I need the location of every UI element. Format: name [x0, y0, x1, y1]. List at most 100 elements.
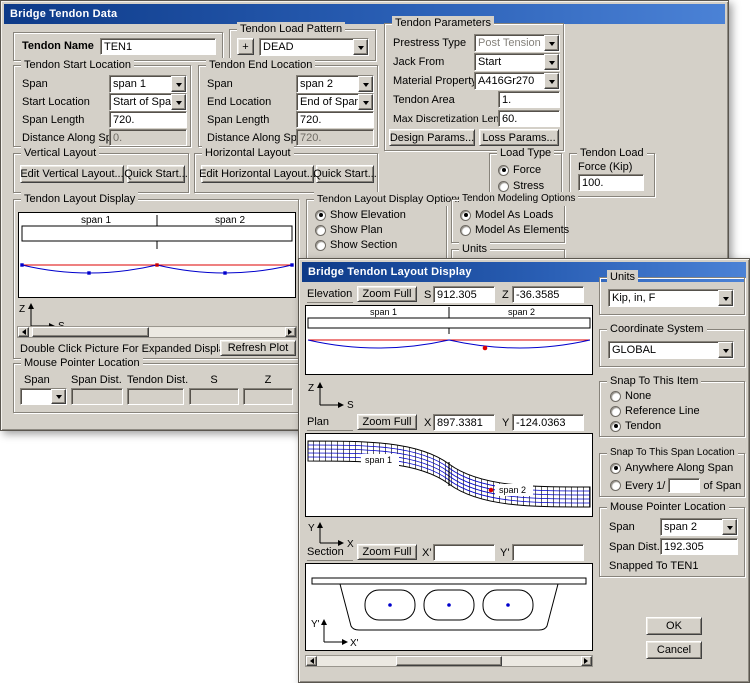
- radio-snap-reference-line[interactable]: Reference Line: [610, 405, 700, 417]
- end-distance-label: Distance Along Span: [207, 132, 309, 144]
- dropdown-arrow-icon[interactable]: [171, 94, 186, 110]
- tendon-name-input[interactable]: TEN1: [100, 38, 216, 55]
- tendon-area-input[interactable]: 1.: [498, 91, 560, 108]
- scrollbar-thumb[interactable]: [32, 327, 150, 337]
- end-location-value: End of Span: [297, 94, 358, 110]
- dropdown-arrow-icon[interactable]: [718, 342, 733, 358]
- radio-model-as-loads[interactable]: Model As Loads: [460, 209, 553, 221]
- horizontal-layout-group: Horizontal Layout Edit Horizontal Layout…: [194, 153, 378, 193]
- max-discretization-input[interactable]: 60.: [498, 110, 560, 127]
- radio-show-plan[interactable]: Show Plan: [315, 224, 383, 236]
- radio-snap-none[interactable]: None: [610, 390, 651, 402]
- loss-params-button[interactable]: Loss Params...: [479, 129, 559, 146]
- radio-show-elevation[interactable]: Show Elevation: [315, 209, 406, 221]
- modeling-options-caption: Tendon Modeling Options: [459, 192, 578, 206]
- dropdown-arrow-icon: [544, 35, 559, 51]
- end-span-label: Span: [207, 78, 233, 90]
- radio-show-section[interactable]: Show Section: [315, 239, 397, 251]
- mouse-span-value-d1: [21, 389, 51, 404]
- dropdown-arrow-icon[interactable]: [544, 73, 559, 89]
- edit-vertical-layout-button[interactable]: Edit Vertical Layout...: [20, 165, 124, 183]
- scroll-right-arrow-icon[interactable]: [581, 656, 592, 666]
- dropdown-arrow-icon[interactable]: [51, 389, 66, 404]
- fraction-input[interactable]: [668, 478, 700, 493]
- refresh-plot-button[interactable]: Refresh Plot: [220, 340, 296, 356]
- radio-model-as-elements[interactable]: Model As Elements: [460, 224, 569, 236]
- end-span-length-input[interactable]: 720.: [296, 111, 374, 128]
- elevation-zoom-full-button[interactable]: Zoom Full: [357, 286, 417, 302]
- plot-scrollbar[interactable]: [17, 326, 297, 338]
- snap-to-item-group: Snap To This Item None Reference Line Te…: [599, 381, 745, 437]
- design-params-button[interactable]: Design Params...: [389, 129, 475, 146]
- units-select[interactable]: Kip, in, F: [608, 289, 734, 307]
- start-span-length-input[interactable]: 720.: [109, 111, 187, 128]
- elevation-z-field: -36.3585: [512, 286, 584, 303]
- material-property-select[interactable]: A416Gr270: [474, 72, 560, 90]
- add-load-pattern-button[interactable]: +: [237, 38, 254, 55]
- dropdown-arrow-icon[interactable]: [171, 76, 186, 92]
- s-axis-label: S: [347, 400, 354, 409]
- section-scrollbar[interactable]: [305, 655, 593, 667]
- plan-plot[interactable]: span 1 span 2: [305, 433, 593, 517]
- snap-span-caption: Snap To This Span Location: [607, 446, 738, 460]
- end-location-select[interactable]: End of Span: [296, 93, 374, 111]
- jack-from-value: Start: [475, 54, 544, 70]
- scroll-right-arrow-icon[interactable]: [285, 327, 296, 337]
- show-elevation-label: Show Elevation: [330, 209, 406, 221]
- radio-snap-tendon[interactable]: Tendon: [610, 420, 661, 432]
- section-y-label: Y': [500, 547, 509, 559]
- vertical-quick-start-button[interactable]: Quick Start...: [127, 165, 185, 183]
- dropdown-arrow-icon[interactable]: [358, 94, 373, 110]
- anywhere-along-span-label: Anywhere Along Span: [625, 462, 733, 474]
- material-property-label: Material Property: [393, 75, 477, 87]
- dialog1-titlebar[interactable]: Bridge Tendon Data: [4, 4, 725, 24]
- yx-axis-icon: Y X: [307, 519, 357, 547]
- model-as-elements-label: Model As Elements: [475, 224, 569, 236]
- ok-button[interactable]: OK: [646, 617, 702, 635]
- radio-anywhere-along-span[interactable]: Anywhere Along Span: [610, 462, 733, 474]
- scrollbar-track[interactable]: [29, 327, 285, 337]
- radio-icon: [460, 225, 471, 236]
- vertical-layout-caption: Vertical Layout: [21, 146, 99, 160]
- dropdown-arrow-icon[interactable]: [718, 290, 733, 306]
- radio-selected-icon: [610, 463, 621, 474]
- dropdown-arrow-icon[interactable]: [544, 54, 559, 70]
- section-axis-icon: Y' X': [311, 615, 361, 647]
- horizontal-quick-start-button[interactable]: Quick Start...: [316, 165, 374, 183]
- tendon-force-input[interactable]: 100.: [578, 174, 644, 191]
- load-pattern-select[interactable]: DEAD: [259, 38, 369, 56]
- radio-every-fraction[interactable]: Every 1/ of Span: [610, 478, 741, 493]
- edit-horizontal-layout-button[interactable]: Edit Horizontal Layout...: [201, 165, 314, 183]
- start-location-caption: Tendon Start Location: [21, 58, 134, 72]
- plan-zoom-full-button[interactable]: Zoom Full: [357, 414, 417, 430]
- dropdown-arrow-icon[interactable]: [722, 519, 737, 535]
- start-span-select[interactable]: span 1: [109, 75, 187, 93]
- dropdown-arrow-icon[interactable]: [353, 39, 368, 55]
- vertical-layout-group: Vertical Layout Edit Vertical Layout... …: [13, 153, 189, 193]
- plan-y-field: -124.0363: [512, 414, 584, 431]
- section-zoom-full-button[interactable]: Zoom Full: [357, 544, 417, 560]
- start-location-select[interactable]: Start of Span: [109, 93, 187, 111]
- mouse-span-select[interactable]: span 2: [660, 518, 738, 536]
- scroll-left-arrow-icon[interactable]: [18, 327, 29, 337]
- tendon-name-label: Tendon Name: [22, 40, 94, 52]
- elevation-z-label: Z: [502, 289, 509, 301]
- coordinate-system-select[interactable]: GLOBAL: [608, 341, 734, 359]
- dropdown-arrow-icon[interactable]: [358, 76, 373, 92]
- scrollbar-thumb[interactable]: [396, 656, 502, 666]
- scroll-left-arrow-icon[interactable]: [306, 656, 317, 666]
- mouse-span-select-d1[interactable]: [20, 388, 67, 405]
- tendon-elevation-plot[interactable]: span 1 span 2: [18, 212, 296, 298]
- jack-from-select[interactable]: Start: [474, 53, 560, 71]
- mouse-tendon-dist-field-d1: [127, 388, 184, 405]
- end-span-select[interactable]: span 2: [296, 75, 374, 93]
- radio-force[interactable]: Force: [498, 164, 541, 176]
- cancel-button[interactable]: Cancel: [646, 641, 702, 659]
- radio-icon: [610, 406, 621, 417]
- scrollbar-track[interactable]: [317, 656, 581, 666]
- elevation-drawing: span 1 span 2: [306, 306, 592, 374]
- span1-label: span 1: [370, 307, 397, 317]
- radio-icon: [315, 225, 326, 236]
- elevation-plot[interactable]: span 1 span 2: [305, 305, 593, 375]
- radio-stress[interactable]: Stress: [498, 180, 544, 192]
